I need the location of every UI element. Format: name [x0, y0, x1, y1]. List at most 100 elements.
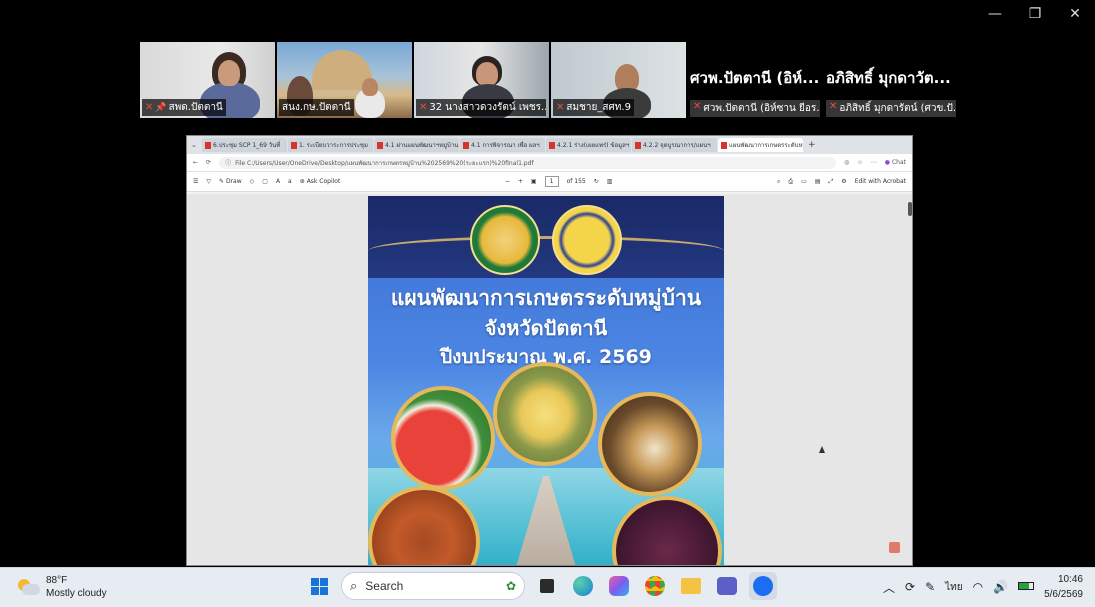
plant-icon: ✿	[505, 579, 516, 593]
mic-muted-icon: ✕	[419, 102, 428, 113]
participant-tile[interactable]: ✕ 📌 สพด.ปัตตานี	[140, 42, 275, 118]
browser-tab[interactable]: 4.1 การพิจารณา เพื่อ ผลฯ	[460, 138, 545, 152]
eraser-icon[interactable]: ◇	[250, 178, 255, 185]
search-icon[interactable]: ⌕	[777, 178, 780, 186]
rotate-icon[interactable]: ↻	[594, 178, 599, 185]
edge-icon[interactable]	[569, 572, 597, 600]
clock[interactable]: 10:46 5/6/2569	[1044, 572, 1083, 602]
copilot-icon: ●	[884, 159, 890, 166]
shared-screen-browser: ⌄ 6.ประชุม SCP 1_69 วันที่ 1. ระเบียบวาร…	[186, 135, 913, 566]
read-aloud-icon[interactable]: ◎	[844, 159, 849, 166]
participant-tile[interactable]: ✕ 32 นางสาวดวงรัตน์ เพชร...	[414, 42, 549, 118]
read-aloud-button[interactable]: A	[276, 178, 280, 185]
refresh-icon[interactable]: ⟳	[206, 159, 211, 166]
copilot-icon: ⊛	[299, 178, 305, 185]
favorite-star-icon[interactable]: ☆	[857, 159, 862, 166]
weather-temperature: 88°F	[46, 575, 68, 586]
windows-taskbar: 88°F Mostly cloudy ⌕ Search ✿ ︿ ⟳ ✎ ไทย …	[0, 567, 1095, 607]
new-tab-button[interactable]: +	[804, 140, 820, 150]
participant-name-label: ✕ สมชาย_สศท.9	[553, 99, 634, 116]
chat-button[interactable]: ● Chat	[885, 159, 906, 166]
pdf-icon	[205, 141, 211, 149]
pen-icon: ✎	[219, 178, 225, 185]
time: 10:46	[1057, 574, 1083, 585]
participant-name-label: ✕ 📌 สพด.ปัตตานี	[142, 99, 226, 116]
weather-description: Mostly cloudy	[46, 588, 107, 599]
acrobat-icon[interactable]	[889, 542, 900, 553]
pdf-scrollbar[interactable]	[908, 198, 912, 563]
browser-tab[interactable]: 4.2.1 ร่าง(เผยแพร่) ข้อมูลฯ	[546, 138, 631, 152]
pdf-icon	[377, 141, 383, 149]
browser-tab[interactable]: 6.ประชุม SCP 1_69 วันที่	[202, 138, 287, 152]
more-icon[interactable]: ⋯	[871, 159, 877, 166]
wifi-icon[interactable]: ◠	[973, 580, 983, 594]
taskbar-search[interactable]: ⌕ Search ✿	[341, 572, 525, 600]
copilot-icon[interactable]	[605, 572, 633, 600]
contents-icon[interactable]: ☰	[193, 178, 198, 185]
pdf-icon	[291, 141, 297, 149]
ask-copilot-button[interactable]: ⊛ Ask Copilot	[300, 178, 341, 185]
input-language[interactable]: ไทย	[945, 580, 962, 595]
minimize-button[interactable]: —	[975, 0, 1015, 28]
weather-widget[interactable]: 88°F Mostly cloudy	[18, 574, 107, 600]
browser-tab-bar: ⌄ 6.ประชุม SCP 1_69 วันที่ 1. ระเบียบวาร…	[187, 136, 912, 154]
browser-tab-active[interactable]: แผนพัฒนาการเกษตรระดับหมู่บ้าน 2.5	[718, 138, 803, 152]
edit-with-acrobat-button[interactable]: Edit with Acrobat	[855, 178, 906, 185]
pdf-toolbar: ☰ ▽ ✎ Draw ◇ ▢ A a ⊛ Ask Copilot − + ▣ 1…	[187, 172, 912, 192]
settings-icon[interactable]: ⚙	[841, 178, 846, 185]
print-icon[interactable]: ⎙	[788, 178, 793, 186]
page-view-icon[interactable]: ▢	[262, 178, 268, 185]
chrome-icon[interactable]	[641, 572, 669, 600]
fit-page-icon[interactable]: ▣	[531, 178, 537, 185]
pdf-icon	[635, 141, 641, 149]
system-tray: ︿ ⟳ ✎ ไทย ◠ 🔊 10:46 5/6/2569	[883, 572, 1083, 602]
browser-tab[interactable]: 4.2.2 จุดบูรณาการ/แผนฯ	[632, 138, 717, 152]
participant-display-name: ศวพ.ปัตตานี (อิห์...	[690, 69, 820, 87]
close-button[interactable]: ✕	[1055, 0, 1095, 28]
windows-start-icon[interactable]	[305, 572, 333, 600]
pdf-icon	[721, 141, 727, 149]
scrollbar-thumb[interactable]	[908, 202, 912, 216]
pen-input-icon[interactable]: ✎	[925, 580, 935, 594]
participant-tile-active-speaker[interactable]: สนง.กษ.ปัตตานี	[277, 42, 412, 118]
info-icon: ⓘ	[225, 160, 232, 167]
chevron-up-icon[interactable]: ︿	[883, 579, 895, 596]
mic-muted-icon: ✕	[829, 101, 838, 112]
browser-tab[interactable]: 4.1 ผ่านแผนพัฒนาฯหมู่บ้าน	[374, 138, 459, 152]
save-icon[interactable]: ▭	[801, 178, 807, 185]
task-view-icon[interactable]	[533, 572, 561, 600]
volume-icon[interactable]: 🔊	[993, 580, 1008, 594]
tab-list-icon[interactable]: ⌄	[191, 141, 201, 149]
fullscreen-icon[interactable]: ⤢	[828, 178, 833, 186]
mic-muted-icon: ✕	[145, 102, 154, 113]
text-icon[interactable]: a	[288, 178, 292, 185]
browser-tab[interactable]: 1. ระเบียบวาระการประชุม	[288, 138, 373, 152]
participant-name-label: ✕ 32 นางสาวดวงรัตน์ เพชร...	[416, 99, 546, 116]
page-number-input[interactable]: 1	[544, 176, 559, 187]
participant-tile[interactable]: ✕ สมชาย_สศท.9	[551, 42, 686, 118]
two-page-icon[interactable]: ▥	[607, 178, 613, 185]
mouse-cursor-icon	[819, 446, 825, 453]
draw-button[interactable]: ✎ Draw	[219, 178, 242, 185]
highlight-icon[interactable]: ▽	[206, 178, 211, 185]
save-as-icon[interactable]: ▤	[815, 178, 821, 185]
page-total: of 155	[566, 178, 586, 185]
pdf-viewer: แผนพัฒนาการเกษตรระดับหมู่บ้าน จังหวัดปัต…	[187, 194, 912, 565]
pattani-province-logo	[552, 205, 622, 275]
zoom-out-button[interactable]: −	[505, 178, 510, 185]
durian-image	[493, 362, 597, 466]
cover-title: แผนพัฒนาการเกษตรระดับหมู่บ้าน	[390, 286, 702, 310]
battery-icon[interactable]	[1018, 581, 1035, 593]
participant-name-label: สนง.กษ.ปัตตานี	[279, 99, 354, 116]
file-explorer-icon[interactable]	[677, 572, 705, 600]
pin-icon: 📌	[155, 102, 167, 113]
zoom-in-button[interactable]: +	[518, 178, 523, 185]
zoom-icon[interactable]	[749, 572, 777, 600]
address-input[interactable]: ⓘ File C:/Users/User/OneDrive/Desktop/แผ…	[219, 156, 837, 169]
sync-icon[interactable]: ⟳	[905, 580, 915, 594]
restore-button[interactable]: ❐	[1015, 0, 1055, 28]
pdf-icon	[549, 141, 555, 149]
back-icon[interactable]: ←	[193, 159, 198, 166]
teams-icon[interactable]	[713, 572, 741, 600]
cloud-sun-icon	[18, 579, 40, 595]
